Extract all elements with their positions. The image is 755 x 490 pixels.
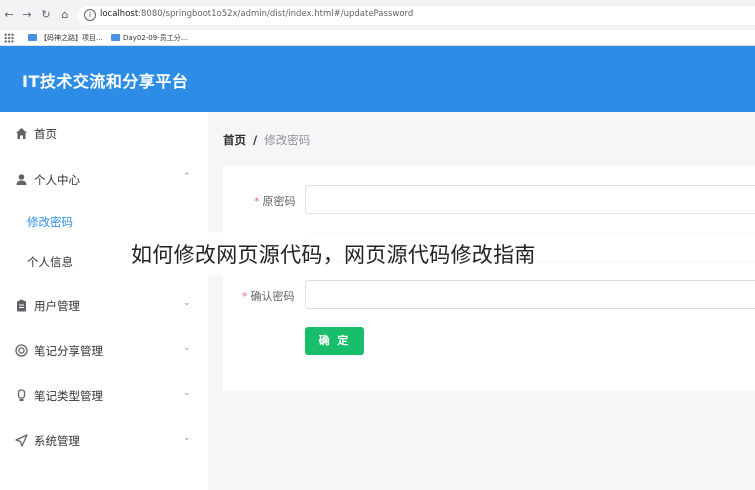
- old-password-label-text: 原密码: [262, 195, 296, 208]
- bulb-icon: [15, 389, 28, 402]
- back-arrow-icon[interactable]: ←: [2, 8, 16, 22]
- url-host: localhost: [100, 9, 139, 19]
- app-header: IT技术交流和分享平台: [0, 46, 755, 112]
- chevron-down-icon: ⌄: [183, 343, 191, 353]
- sidebar-item-personal-center[interactable]: 个人中心 ⌃: [0, 158, 208, 202]
- sidebar-item-label: 个人信息: [27, 255, 73, 269]
- info-icon[interactable]: i: [84, 9, 96, 21]
- share-circle-icon: [15, 344, 28, 357]
- confirm-button[interactable]: 确 定: [305, 327, 364, 355]
- bookmarks-bar: 【码神之路】项目... Day02-09-员工分...: [0, 30, 755, 46]
- chevron-down-icon: ⌄: [183, 433, 191, 443]
- breadcrumb: 首页 / 修改密码: [223, 132, 310, 148]
- main-content: 首页 / 修改密码 * 原密码 * 确认密码 确 定: [208, 112, 755, 490]
- browser-toolbar: ← → ↻ ⌂ i localhost:8080/springboot1o52x…: [0, 0, 755, 30]
- required-mark: *: [242, 290, 248, 303]
- confirm-password-label: * 确认密码: [242, 288, 295, 304]
- url-path: :8080/springboot1o52x/admin/dist/index.h…: [138, 9, 414, 19]
- reload-icon[interactable]: ↻: [39, 8, 53, 22]
- chevron-up-icon: ⌃: [183, 172, 191, 182]
- sidebar-item-note-type-management[interactable]: 笔记类型管理 ⌄: [0, 374, 208, 418]
- bookmark-item[interactable]: Day02-09-员工分...: [111, 32, 187, 44]
- breadcrumb-home[interactable]: 首页: [223, 133, 246, 147]
- breadcrumb-current: 修改密码: [264, 133, 311, 147]
- home-icon[interactable]: ⌂: [58, 8, 72, 22]
- confirm-password-row: * 确认密码: [223, 280, 755, 310]
- old-password-label: * 原密码: [254, 193, 296, 209]
- caption-text: 如何修改网页源代码，网页源代码修改指南: [131, 243, 536, 267]
- old-password-input[interactable]: [305, 185, 755, 214]
- password-form-card: * 原密码 * 确认密码 确 定: [223, 166, 755, 391]
- url-text[interactable]: localhost:8080/springboot1o52x/admin/dis…: [100, 9, 413, 19]
- bookmark-label: Day02-09-员工分...: [123, 34, 188, 42]
- send-icon: [15, 434, 28, 447]
- sidebar: 首页 个人中心 ⌃ 修改密码 个人信息 用户管理 ⌄ 笔记分享管理 ⌄ 笔记类型…: [0, 112, 208, 490]
- sidebar-item-note-share-management[interactable]: 笔记分享管理 ⌄: [0, 329, 208, 373]
- sidebar-item-system-management[interactable]: 系统管理 ⌄: [0, 419, 208, 463]
- sidebar-item-label: 用户管理: [34, 299, 80, 313]
- sidebar-item-user-management[interactable]: 用户管理 ⌄: [0, 284, 208, 328]
- folder-icon: [111, 34, 120, 41]
- sidebar-item-label: 修改密码: [27, 215, 73, 229]
- bookmark-item[interactable]: 【码神之路】项目...: [28, 32, 103, 44]
- address-bar[interactable]: i localhost:8080/springboot1o52x/admin/d…: [78, 6, 755, 25]
- old-password-row: * 原密码: [223, 185, 755, 215]
- chevron-down-icon: ⌄: [183, 388, 191, 398]
- breadcrumb-separator: /: [253, 133, 258, 147]
- required-mark: *: [254, 195, 260, 208]
- app-title: IT技术交流和分享平台: [22, 72, 189, 91]
- sidebar-item-label: 系统管理: [34, 434, 80, 448]
- sidebar-item-label: 个人中心: [34, 173, 80, 187]
- sidebar-item-label: 首页: [34, 127, 57, 141]
- home-icon: [15, 127, 28, 140]
- sidebar-item-home[interactable]: 首页: [0, 112, 208, 156]
- sidebar-item-label: 笔记类型管理: [34, 389, 103, 403]
- confirm-password-input[interactable]: [305, 280, 755, 309]
- folder-icon: [28, 34, 37, 41]
- chevron-down-icon: ⌄: [183, 298, 191, 308]
- forward-arrow-icon[interactable]: →: [20, 8, 34, 22]
- clipboard-icon: [15, 299, 28, 312]
- sidebar-item-label: 笔记分享管理: [34, 344, 103, 358]
- confirm-password-label-text: 确认密码: [250, 290, 295, 303]
- bookmark-label: 【码神之路】项目...: [40, 34, 103, 42]
- user-icon: [15, 173, 28, 186]
- apps-grid-icon[interactable]: [4, 33, 14, 43]
